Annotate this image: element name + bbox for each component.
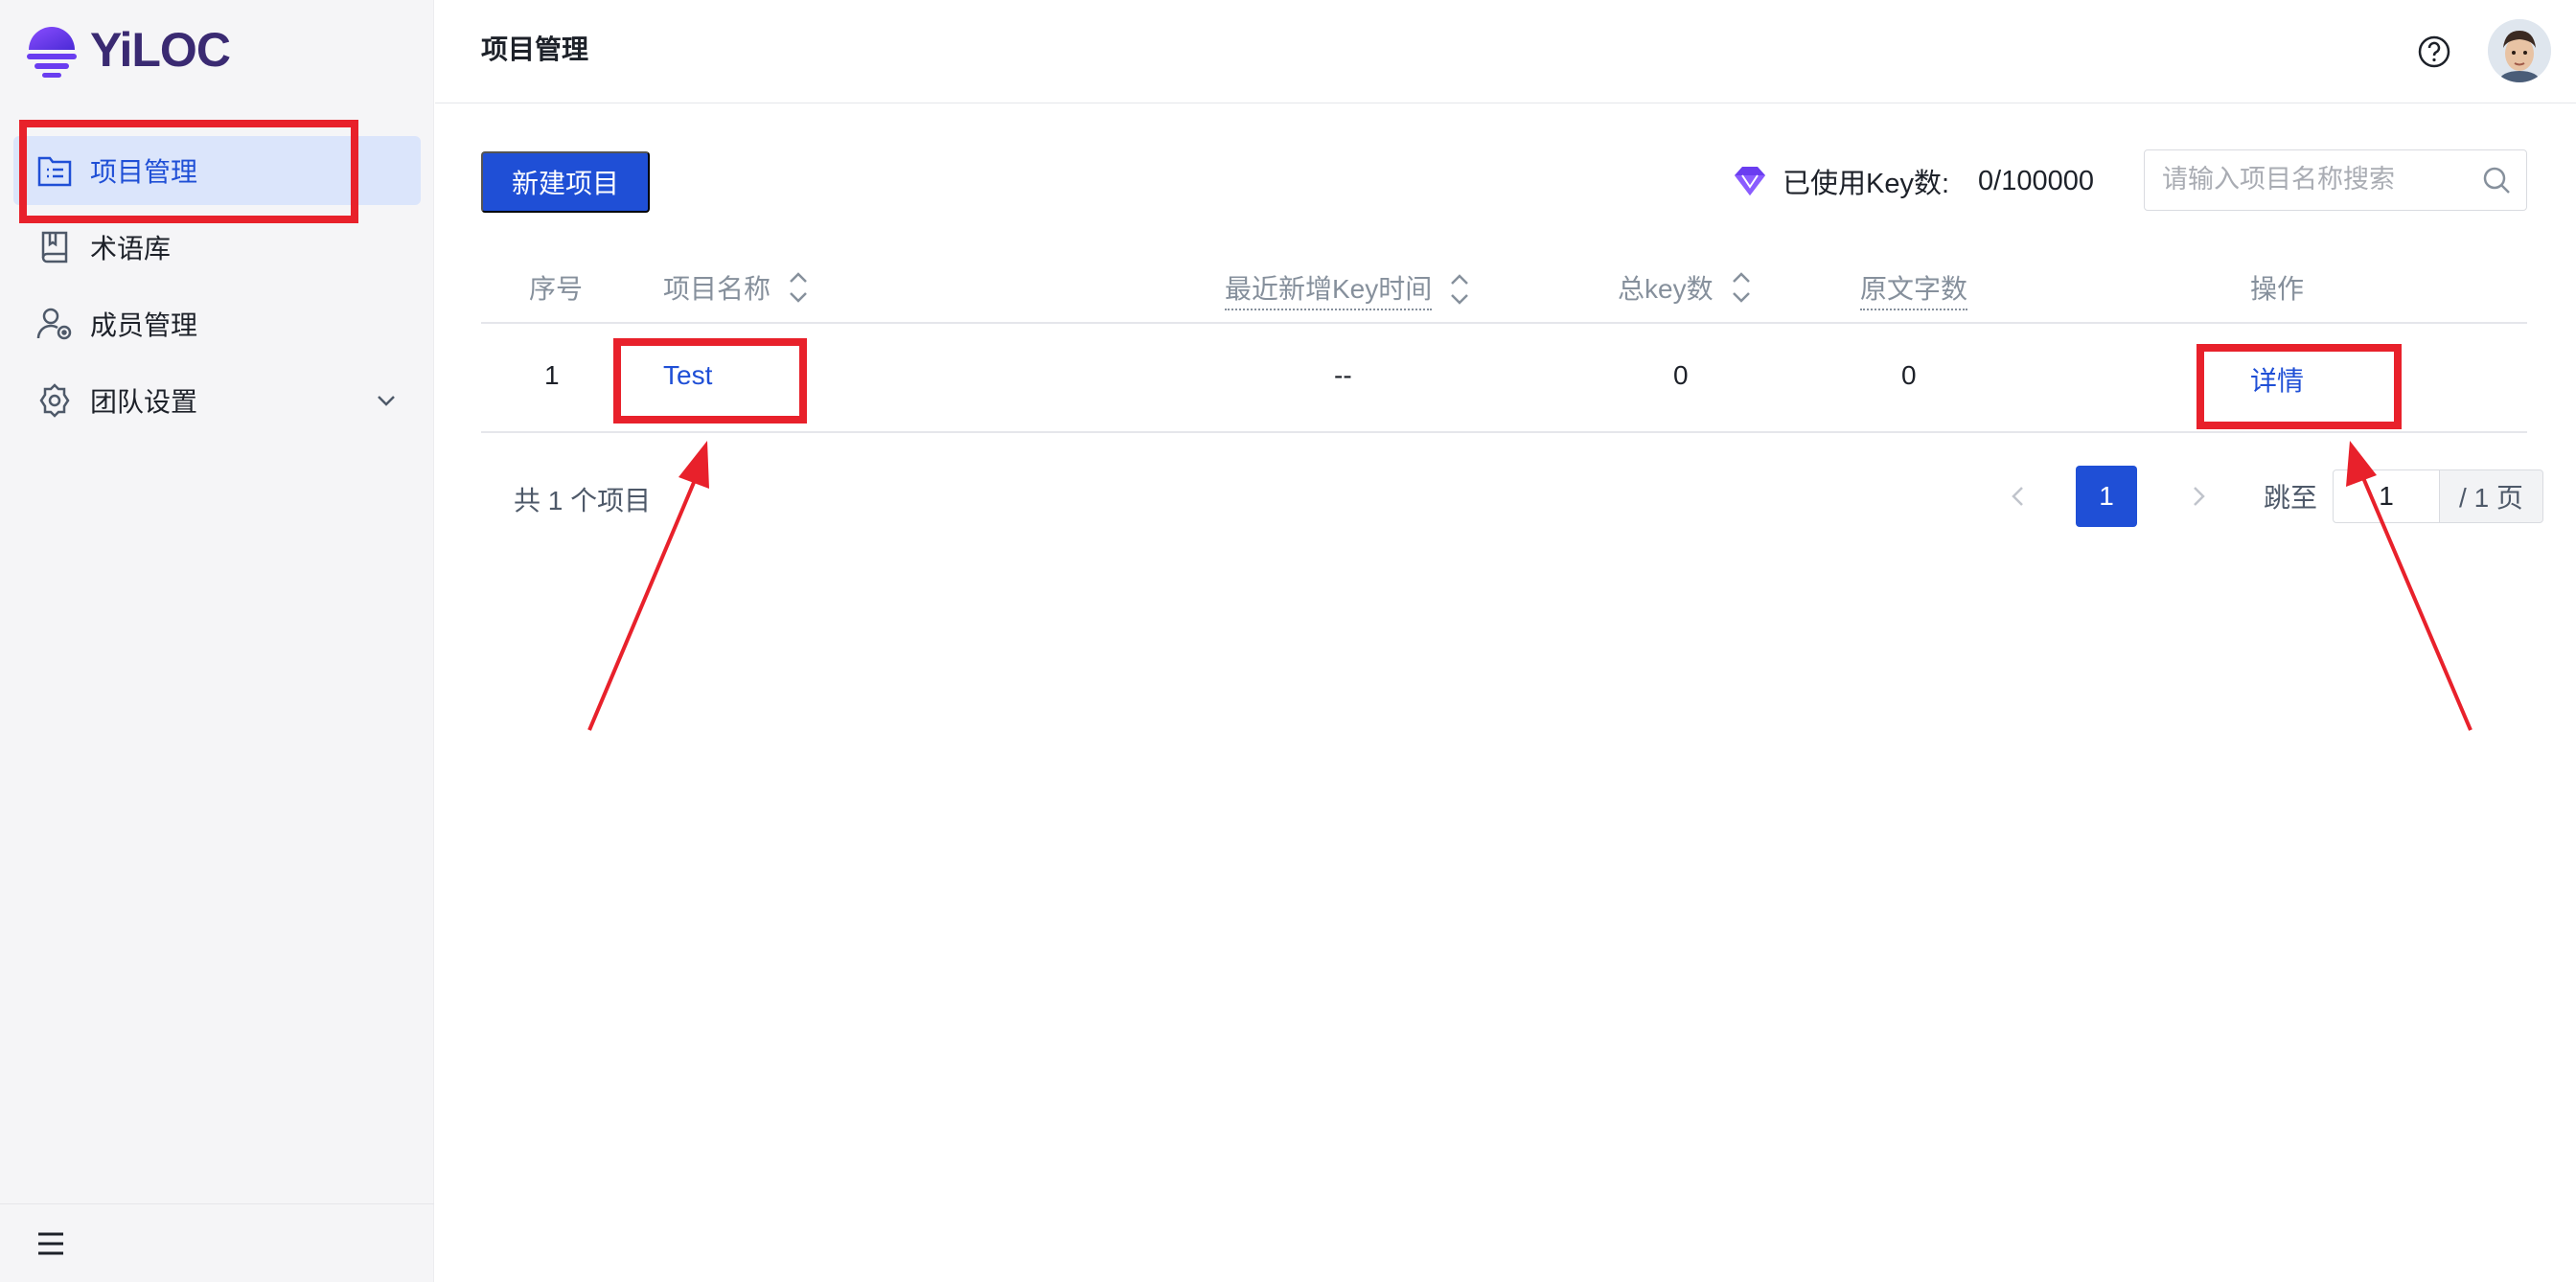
column-last-key-time[interactable]: 最近新增Key时间 [1225,268,1470,310]
jump-page-input[interactable] [2333,469,2441,523]
sidebar-item-label: 团队设置 [90,387,198,417]
chevron-left-icon [2012,487,2023,506]
cell-last-key-time: -- [1334,360,1352,390]
help-circle-icon[interactable] [2417,34,2451,69]
sidebar-item-label: 成员管理 [90,310,198,340]
chevron-down-icon[interactable] [373,387,400,414]
column-actions: 操作 [2250,274,2305,304]
user-settings-icon [36,306,73,342]
sidebar-footer [0,1203,434,1282]
chevron-right-icon [2194,487,2205,506]
page-suffix: / 1 页 [2440,469,2543,523]
top-header: 项目管理 [435,0,2576,103]
search-icon[interactable] [2482,166,2511,195]
column-total-keys[interactable]: 总key数 [1618,268,1752,307]
sort-icon[interactable] [788,268,809,307]
column-project-name[interactable]: 项目名称 [663,268,809,307]
diamond-icon [1735,167,1765,195]
sort-icon[interactable] [1731,268,1752,307]
cell-total-keys: 0 [1673,360,1689,390]
prev-page-button[interactable] [1988,466,2049,527]
cell-source-chars: 0 [1901,360,1917,390]
project-search [2144,149,2527,211]
sort-icon[interactable] [1449,270,1470,309]
avatar-icon [2488,19,2551,82]
menu-icon[interactable] [36,1231,65,1256]
key-usage-label: 已使用Key数: [1782,169,1950,199]
avatar[interactable] [2488,19,2551,82]
key-usage-value: 0/100000 [1978,165,2094,196]
sidebar-item-label: 术语库 [90,234,172,263]
book-icon [36,229,73,265]
annotation-box [19,120,358,223]
logo[interactable]: YiLOC [25,21,231,79]
pagination: 1 跳至 / 1 页 [1988,466,2543,527]
key-usage: 已使用Key数: 0/100000 [1731,161,2094,201]
annotation-box [2196,344,2402,429]
column-index: 序号 [529,274,584,304]
brand-name: YiLOC [90,23,231,77]
page-title: 项目管理 [481,34,589,64]
search-input[interactable] [2162,150,2469,208]
sidebar-item-team-settings[interactable]: 团队设置 [13,366,421,435]
gear-icon [36,382,73,419]
jump-label: 跳至 [2264,483,2318,513]
annotation-box [613,338,807,424]
brand-logo-icon [27,27,77,78]
main-content: 新建项目 已使用Key数: 0/100000 序号 项目名称 最近新增Key时间 [435,103,2576,1282]
column-source-chars: 原文字数 [1860,268,1968,310]
sidebar-item-members[interactable]: 成员管理 [13,289,421,358]
cell-index: 1 [544,360,560,390]
table-header: 序号 项目名称 最近新增Key时间 总key数 原文字数 操作 [481,245,2527,324]
total-count: 共 1 个项目 [514,486,652,515]
new-project-button[interactable]: 新建项目 [481,151,650,213]
next-page-button[interactable] [2168,466,2229,527]
page-number-button[interactable]: 1 [2076,466,2137,527]
